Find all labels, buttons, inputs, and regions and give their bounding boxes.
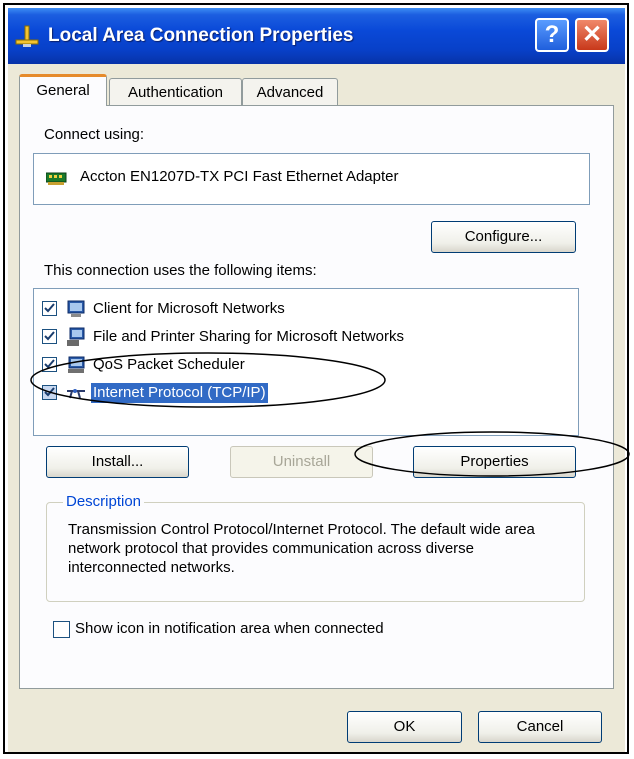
connect-using-label: Connect using: [44, 126, 145, 143]
ok-button[interactable]: OK [347, 711, 462, 743]
dialog-window: Local Area Connection Properties ? ✕ Gen… [8, 8, 625, 752]
screenshot-frame: Local Area Connection Properties ? ✕ Gen… [3, 3, 629, 754]
title-bar[interactable]: Local Area Connection Properties ? ✕ [8, 8, 625, 64]
tab-advanced[interactable]: Advanced [242, 78, 338, 106]
item-label: Internet Protocol (TCP/IP) [91, 383, 268, 403]
list-item-client[interactable]: Client for Microsoft Networks [40, 298, 560, 320]
item-label: QoS Packet Scheduler [93, 356, 245, 373]
tab-general[interactable]: General [19, 74, 107, 106]
checkbox-qos[interactable] [42, 357, 57, 372]
help-button[interactable]: ? [535, 18, 569, 52]
install-button[interactable]: Install... [46, 446, 189, 478]
list-item-qos[interactable]: QoS Packet Scheduler [40, 354, 560, 376]
configure-button[interactable]: Configure... [431, 221, 576, 253]
properties-button[interactable]: Properties [413, 446, 576, 478]
file-sharing-icon [67, 327, 85, 346]
qos-scheduler-icon [68, 356, 85, 373]
network-client-icon [67, 300, 85, 317]
items-label: This connection uses the following items… [44, 262, 317, 279]
close-button[interactable]: ✕ [575, 18, 609, 52]
window-title: Local Area Connection Properties [48, 25, 354, 46]
tab-authentication[interactable]: Authentication [109, 78, 242, 106]
network-connection-icon [15, 25, 39, 47]
adapter-name: Accton EN1207D-TX PCI Fast Ethernet Adap… [80, 168, 399, 185]
adapter-field: Accton EN1207D-TX PCI Fast Ethernet Adap… [33, 153, 590, 205]
description-title: Description [63, 493, 145, 510]
show-icon-checkbox[interactable] [53, 621, 70, 638]
components-list[interactable]: Client for Microsoft Networks File and P… [33, 288, 579, 436]
help-icon: ? [544, 21, 560, 48]
item-label: File and Printer Sharing for Microsoft N… [93, 328, 404, 345]
close-icon: ✕ [581, 21, 603, 48]
cancel-button[interactable]: Cancel [478, 711, 602, 743]
checkbox-file-sharing[interactable] [42, 329, 57, 344]
item-label: Client for Microsoft Networks [93, 300, 285, 317]
network-adapter-icon [46, 172, 67, 185]
uninstall-button[interactable]: Uninstall [230, 446, 373, 478]
list-item-tcpip[interactable]: Internet Protocol (TCP/IP) [40, 382, 560, 404]
network-protocol-icon [67, 389, 85, 399]
show-icon-label: Show icon in notification area when conn… [75, 620, 384, 637]
checkbox-client[interactable] [42, 301, 57, 316]
checkbox-tcpip[interactable] [42, 385, 57, 400]
description-text: Transmission Control Protocol/Internet P… [68, 521, 535, 576]
list-item-file-sharing[interactable]: File and Printer Sharing for Microsoft N… [40, 326, 560, 348]
